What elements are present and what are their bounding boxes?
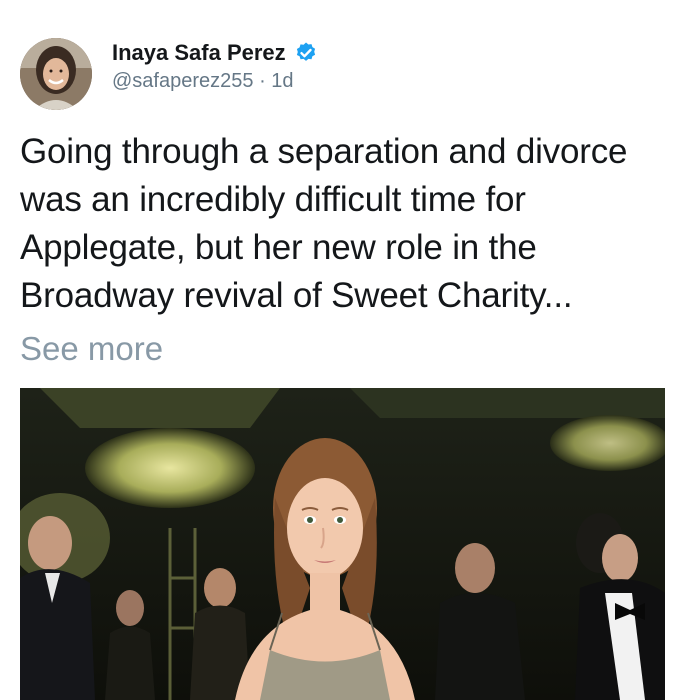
author-display-name[interactable]: Inaya Safa Perez [112, 40, 286, 66]
author-meta: @safaperez255 · 1d [112, 70, 294, 93]
tweet-media-photo[interactable] [20, 388, 665, 700]
event-photo-icon [20, 388, 665, 700]
tweet-card[interactable]: Inaya Safa Perez @safaperez255 · 1d Goin… [0, 0, 700, 700]
author-handle[interactable]: @safaperez255 [112, 70, 254, 92]
verified-badge-icon [294, 41, 318, 65]
see-more-link[interactable]: See more [20, 326, 163, 372]
tweet-text: Going through a separation and divorce w… [20, 132, 628, 315]
meta-separator: · [259, 70, 272, 92]
author-name-row: Inaya Safa Perez [112, 38, 318, 68]
profile-photo-icon [20, 38, 92, 110]
tweet-age[interactable]: 1d [271, 70, 293, 92]
avatar[interactable] [20, 38, 92, 110]
